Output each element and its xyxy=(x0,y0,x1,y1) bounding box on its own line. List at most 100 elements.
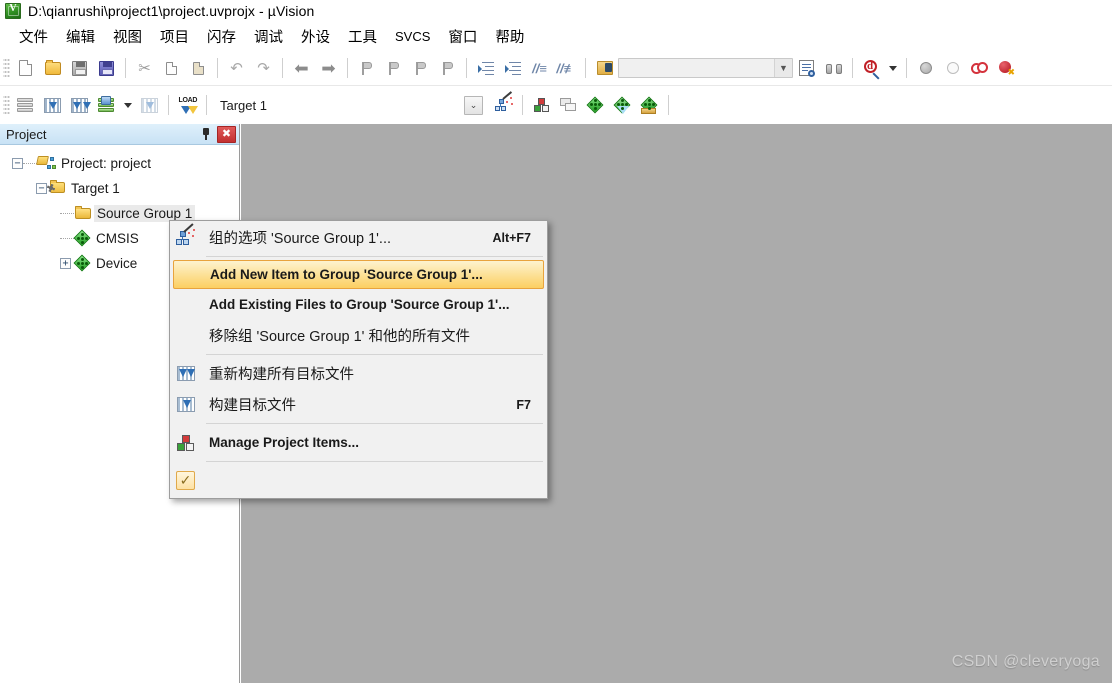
open-file-icon[interactable] xyxy=(40,56,65,81)
menu-separator xyxy=(206,256,543,257)
navigate-forward-icon[interactable]: ➡ xyxy=(316,56,341,81)
kill-all-breakpoints-icon[interactable] xyxy=(994,56,1019,81)
find-in-files-icon[interactable] xyxy=(794,56,819,81)
redo-icon[interactable]: ↷ xyxy=(251,56,276,81)
menu-file[interactable]: 文件 xyxy=(10,23,57,50)
undo-icon[interactable]: ↶ xyxy=(224,56,249,81)
batch-build-dropdown-icon[interactable] xyxy=(121,93,135,118)
save-all-icon[interactable] xyxy=(94,56,119,81)
menu-window[interactable]: 窗口 xyxy=(439,23,486,50)
menu-flash[interactable]: 闪存 xyxy=(198,23,245,50)
select-target-dropdown[interactable]: ⌄ xyxy=(464,95,483,115)
uncomment-icon[interactable]: //≢ xyxy=(554,56,579,81)
expander-toggle[interactable]: − xyxy=(12,158,23,169)
paste-icon[interactable] xyxy=(186,56,211,81)
context-menu: 组的选项 'Source Group 1'... Alt+F7 Add New … xyxy=(169,220,548,499)
save-icon[interactable] xyxy=(67,56,92,81)
menu-separator xyxy=(206,461,543,462)
tree-connector xyxy=(60,212,74,215)
ctx-build-target[interactable]: 构建目标文件 F7 xyxy=(170,389,547,420)
tree-item-label: Target 1 xyxy=(71,181,120,196)
menu-tools[interactable]: 工具 xyxy=(339,23,386,50)
toolbar-separator xyxy=(466,58,467,78)
batch-build-icon[interactable] xyxy=(94,93,119,118)
pin-icon[interactable] xyxy=(197,126,215,143)
uvision-logo-icon xyxy=(5,3,21,19)
navigate-back-icon[interactable]: ⬅ xyxy=(289,56,314,81)
menu-bar: 文件 编辑 视图 项目 闪存 调试 外设 工具 SVCS 窗口 帮助 xyxy=(0,23,1112,50)
menu-project[interactable]: 项目 xyxy=(151,23,198,50)
new-file-icon[interactable] xyxy=(13,56,38,81)
toolbar-grip[interactable] xyxy=(3,94,10,116)
target-selector-value[interactable]: Target 1 xyxy=(212,94,398,116)
bookmark-clear-icon[interactable] xyxy=(435,56,460,81)
manage-project-items-icon[interactable] xyxy=(529,93,554,118)
open-document-icon[interactable] xyxy=(592,56,617,81)
expander-toggle[interactable]: − xyxy=(36,183,47,194)
ctx-options-for-group[interactable]: 组的选项 'Source Group 1'... Alt+F7 xyxy=(170,222,547,253)
disable-breakpoint-icon[interactable] xyxy=(940,56,965,81)
indent-decrease-icon[interactable] xyxy=(500,56,525,81)
checkmark-icon: ✓ xyxy=(170,471,201,490)
toolbar-separator xyxy=(217,58,218,78)
toolbar-separator xyxy=(852,58,853,78)
options-for-target-icon[interactable] xyxy=(491,91,516,118)
pack-manage-icon[interactable] xyxy=(637,93,662,118)
tree-item-label: Device xyxy=(96,256,138,271)
project-panel-title: Project xyxy=(6,126,47,142)
menu-peripherals[interactable]: 外设 xyxy=(292,23,339,50)
window-title: D:\qianrushi\project1\project.uvprojx - … xyxy=(28,3,315,19)
ctx-item-label: Manage Project Items... xyxy=(209,435,360,450)
disable-all-breakpoints-icon[interactable] xyxy=(967,56,992,81)
ctx-item-label: Add Existing Files to Group 'Source Grou… xyxy=(209,297,510,312)
target-icon xyxy=(47,180,66,196)
ctx-add-new-item[interactable]: Add New Item to Group 'Source Group 1'..… xyxy=(173,260,544,289)
binoculars-icon[interactable] xyxy=(821,56,846,81)
menu-help[interactable]: 帮助 xyxy=(486,23,533,50)
toolbar-separator xyxy=(347,58,348,78)
toolbar-separator xyxy=(668,95,669,115)
toolbar-separator xyxy=(168,95,169,115)
insert-breakpoint-icon[interactable] xyxy=(913,56,938,81)
build-target-icon[interactable] xyxy=(40,93,65,118)
tree-item-target[interactable]: − Target 1 xyxy=(0,176,239,201)
manage-windows-icon[interactable] xyxy=(556,93,581,118)
ctx-manage-project-items[interactable]: Manage Project Items... xyxy=(170,427,547,458)
translate-file-icon[interactable] xyxy=(13,93,38,118)
menu-debug[interactable]: 调试 xyxy=(245,23,292,50)
toolbar-separator xyxy=(906,58,907,78)
chevron-down-icon[interactable]: ▼ xyxy=(774,59,792,77)
close-icon[interactable]: ✖ xyxy=(217,125,236,143)
pack-installer-icon[interactable] xyxy=(583,93,608,118)
component-diamond-icon xyxy=(74,231,91,246)
options-for-group-icon xyxy=(170,223,201,246)
ctx-rebuild-all-target-files[interactable]: 重新构建所有目标文件 xyxy=(170,358,547,389)
indent-increase-icon[interactable] xyxy=(473,56,498,81)
download-icon[interactable]: LOAD xyxy=(175,93,200,118)
menu-svcs[interactable]: SVCS xyxy=(386,26,439,47)
rebuild-all-icon[interactable] xyxy=(67,93,92,118)
toolbar-grip[interactable] xyxy=(3,57,10,79)
ctx-remove-group[interactable]: 移除组 'Source Group 1' 和他的所有文件 xyxy=(170,320,547,351)
manage-run-time-env-icon[interactable] xyxy=(610,93,635,118)
copy-icon[interactable] xyxy=(159,56,184,81)
project-icon xyxy=(37,156,56,171)
stop-build-icon[interactable] xyxy=(137,93,162,118)
bookmark-toggle-icon[interactable] xyxy=(354,56,379,81)
ctx-item-label: Add New Item to Group 'Source Group 1'..… xyxy=(210,267,483,282)
cut-icon[interactable]: ✂ xyxy=(132,56,157,81)
bookmark-prev-icon[interactable] xyxy=(381,56,406,81)
ctx-add-existing-files[interactable]: Add Existing Files to Group 'Source Grou… xyxy=(170,289,547,320)
comment-icon[interactable]: //≡ xyxy=(527,56,552,81)
toolbar-search-combo[interactable]: ▼ xyxy=(618,58,793,78)
menu-view[interactable]: 视图 xyxy=(104,23,151,50)
bookmark-next-icon[interactable] xyxy=(408,56,433,81)
tree-item-project[interactable]: − Project: project xyxy=(0,151,239,176)
ctx-show-include-file-dependencies[interactable]: ✓ xyxy=(170,465,547,496)
start-stop-debug-icon[interactable]: d xyxy=(859,56,884,81)
expander-toggle[interactable]: + xyxy=(60,258,71,269)
debug-dropdown-arrow-icon[interactable] xyxy=(886,56,900,81)
menu-edit[interactable]: 编辑 xyxy=(57,23,104,50)
toolbar-separator xyxy=(282,58,283,78)
menu-separator xyxy=(206,423,543,424)
